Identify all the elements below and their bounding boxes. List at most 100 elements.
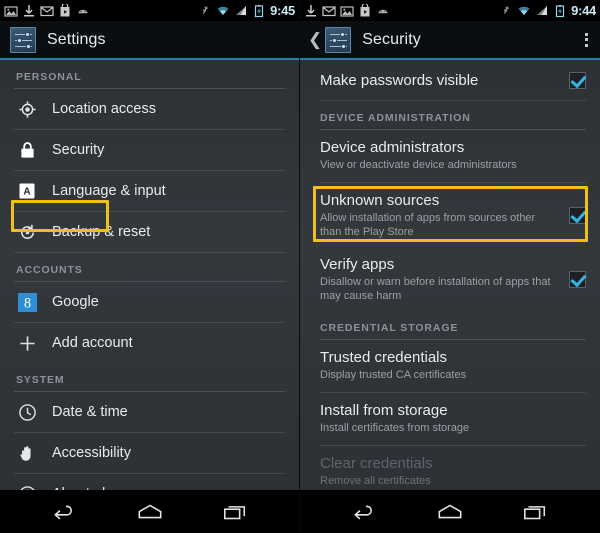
section-header-credential-storage: CREDENTIAL STORAGE (320, 322, 459, 334)
play-store-icon (360, 3, 370, 16)
mute-icon (503, 5, 509, 14)
settings-sliders-icon (325, 26, 352, 53)
right-status-bar: 9:44 (300, 0, 600, 21)
left-status-bar: 9:45 (0, 0, 299, 21)
sidebar-item-security[interactable]: Security (0, 130, 299, 170)
right-panel-security: 9:44 ❮ Security Make passwords visible D… (300, 0, 600, 533)
sidebar-item-label: Security (52, 141, 105, 158)
right-page-title: Security (362, 30, 421, 48)
row-title: Verify apps (320, 256, 395, 273)
android-icon (78, 9, 88, 13)
sidebar-item-language-input[interactable]: A Language & input (0, 171, 299, 211)
left-navigation-bar[interactable] (0, 490, 299, 533)
row-text: Install from storage Install certificate… (320, 401, 586, 435)
location-crosshair-icon (16, 98, 38, 120)
left-notification-icons (4, 3, 90, 18)
sidebar-item-label: About phone (52, 485, 134, 491)
row-title: Unknown sources (320, 192, 440, 209)
wifi-icon (518, 6, 530, 15)
sidebar-item-backup-reset[interactable]: Backup & reset (0, 212, 299, 252)
section-header-personal: PERSONAL (16, 71, 82, 83)
battery-icon (255, 4, 264, 17)
back-icon[interactable] (48, 499, 82, 525)
sidebar-item-label: Date & time (52, 403, 128, 420)
right-action-bar: ❮ Security (300, 21, 600, 60)
section-header-accounts: ACCOUNTS (16, 264, 83, 276)
setting-row-install-from-storage[interactable]: Install from storage Install certificate… (300, 393, 600, 445)
gmail-icon (40, 5, 54, 16)
row-subtitle: Remove all certificates (320, 475, 431, 487)
setting-row-verify-apps[interactable]: Verify apps Disallow or warn before inst… (300, 247, 600, 311)
signal-icon (236, 5, 247, 15)
row-text: Make passwords visible (320, 71, 559, 90)
row-text: Clear credentials Remove all certificate… (320, 454, 586, 488)
setting-row-device-administrators[interactable]: Device administrators View or deactivate… (300, 130, 600, 182)
row-title: Device administrators (320, 139, 465, 156)
overflow-menu-icon[interactable] (585, 32, 588, 47)
back-icon[interactable] (348, 499, 382, 525)
setting-row-clear-credentials: Clear credentials Remove all certificate… (300, 446, 600, 490)
row-text: Verify apps Disallow or warn before inst… (320, 255, 559, 303)
sidebar-item-add-account[interactable]: Add account (0, 323, 299, 363)
section-header-system: SYSTEM (16, 374, 65, 386)
row-subtitle: Display trusted CA certificates (320, 369, 467, 381)
sidebar-item-label: Location access (52, 100, 156, 117)
keyboard-a-icon: A (16, 180, 38, 202)
dual-panel-screenshot: 9:45 Settings PERSONAL Location access S… (0, 0, 600, 533)
left-settings-list[interactable]: PERSONAL Location access Security A Lang… (0, 60, 299, 490)
row-subtitle: Allow installation of apps from sources … (320, 212, 536, 238)
sidebar-item-about-phone[interactable]: About phone (0, 474, 299, 490)
download-icon (306, 4, 316, 16)
recents-icon[interactable] (218, 499, 252, 525)
sidebar-item-label: Language & input (52, 182, 166, 199)
home-icon[interactable] (133, 499, 167, 525)
sidebar-item-label: Google (52, 293, 99, 310)
signal-icon (537, 5, 548, 15)
row-text: Device administrators View or deactivate… (320, 138, 586, 172)
sidebar-item-date-time[interactable]: Date & time (0, 392, 299, 432)
plus-icon (16, 332, 38, 354)
row-title: Trusted credentials (320, 349, 448, 366)
sidebar-item-label: Backup & reset (52, 223, 151, 240)
right-navigation-bar[interactable] (300, 490, 600, 533)
svg-text:A: A (23, 187, 30, 198)
google-icon: 8 (16, 291, 38, 313)
checkbox-unknown-sources[interactable] (569, 206, 586, 224)
sidebar-item-google[interactable]: 8 Google (0, 282, 299, 322)
left-system-icons: 9:45 (198, 0, 295, 21)
row-title: Make passwords visible (320, 71, 479, 89)
checkbox-verify-apps[interactable] (569, 270, 586, 288)
checkbox-make-passwords-visible[interactable] (569, 71, 586, 89)
back-chevron-icon[interactable]: ❮ (308, 31, 322, 48)
right-notification-icons (304, 3, 390, 18)
svg-text:8: 8 (23, 295, 30, 311)
row-subtitle: View or deactivate device administrators (320, 159, 517, 171)
sidebar-item-label: Add account (52, 334, 133, 351)
settings-sliders-icon (10, 26, 36, 53)
gmail-icon (322, 5, 336, 16)
left-clock: 9:45 (270, 3, 295, 18)
row-subtitle: Disallow or warn before installation of … (320, 276, 551, 302)
setting-row-make-passwords-visible[interactable]: Make passwords visible (300, 60, 600, 100)
sidebar-item-location-access[interactable]: Location access (0, 89, 299, 129)
lock-icon (16, 139, 38, 161)
hand-icon (16, 442, 38, 464)
play-store-icon (60, 3, 70, 16)
setting-row-unknown-sources[interactable]: Unknown sources Allow installation of ap… (300, 183, 600, 247)
android-icon (378, 9, 388, 13)
sidebar-item-label: Accessibility (52, 444, 131, 461)
row-title: Install from storage (320, 402, 448, 419)
battery-icon (556, 4, 565, 17)
recents-icon[interactable] (518, 499, 552, 525)
sidebar-item-accessibility[interactable]: Accessibility (0, 433, 299, 473)
left-panel-settings: 9:45 Settings PERSONAL Location access S… (0, 0, 300, 533)
setting-row-trusted-credentials[interactable]: Trusted credentials Display trusted CA c… (300, 340, 600, 392)
mute-icon (202, 5, 208, 14)
right-security-list[interactable]: Make passwords visible DEVICE ADMINISTRA… (300, 60, 600, 490)
right-clock: 9:44 (571, 3, 596, 18)
section-header-device-administration: DEVICE ADMINISTRATION (320, 112, 471, 124)
left-action-bar: Settings (0, 21, 299, 60)
info-icon (16, 483, 38, 490)
row-text: Unknown sources Allow installation of ap… (320, 191, 559, 239)
home-icon[interactable] (433, 499, 467, 525)
